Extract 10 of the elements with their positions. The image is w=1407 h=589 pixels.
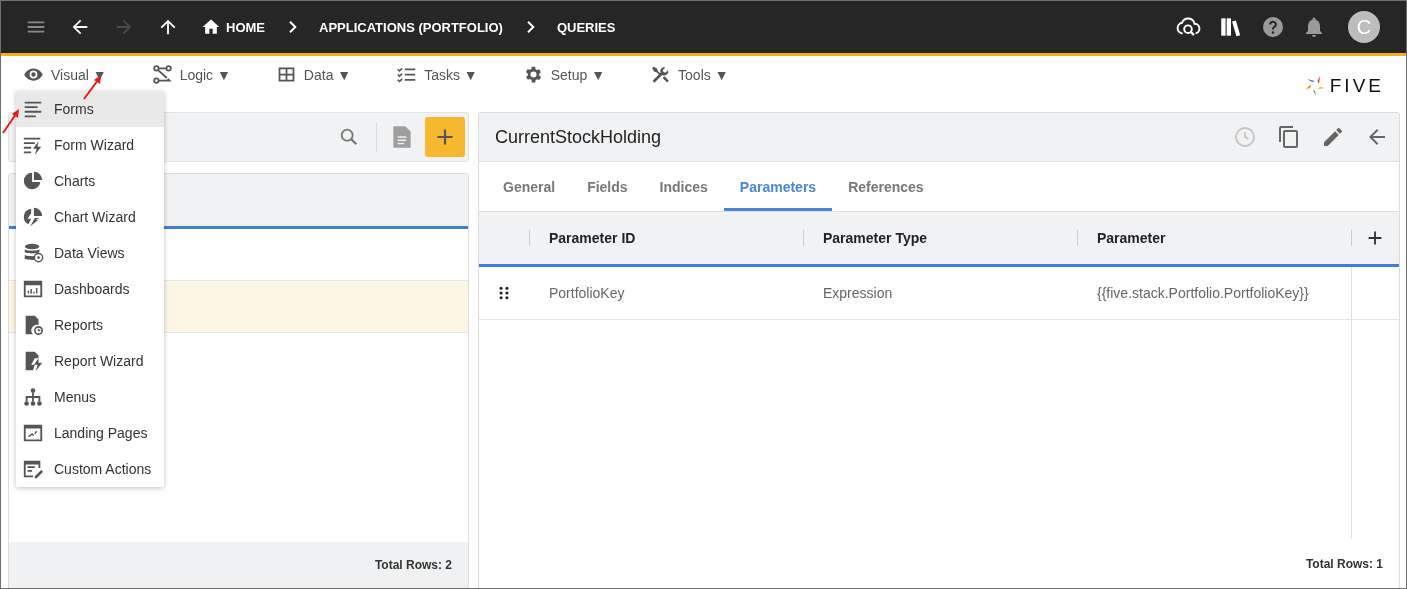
table-cell: PortfolioKey (549, 285, 625, 301)
table-cell: {{five.stack.Portfolio.PortfolioKey}} (1097, 285, 1309, 301)
total-rows-label: Total Rows: 2 (374, 558, 452, 572)
column-header: Parameter ID (549, 230, 636, 246)
logo-text: FIVE (1329, 75, 1384, 97)
column-header: Parameter Type (823, 230, 927, 246)
total-rows-label: Total Rows: 1 (1305, 556, 1383, 571)
table-cell: Expression (823, 285, 893, 301)
record-title: CurrentStockHolding (495, 126, 662, 148)
column-header: Parameter (1097, 230, 1166, 246)
